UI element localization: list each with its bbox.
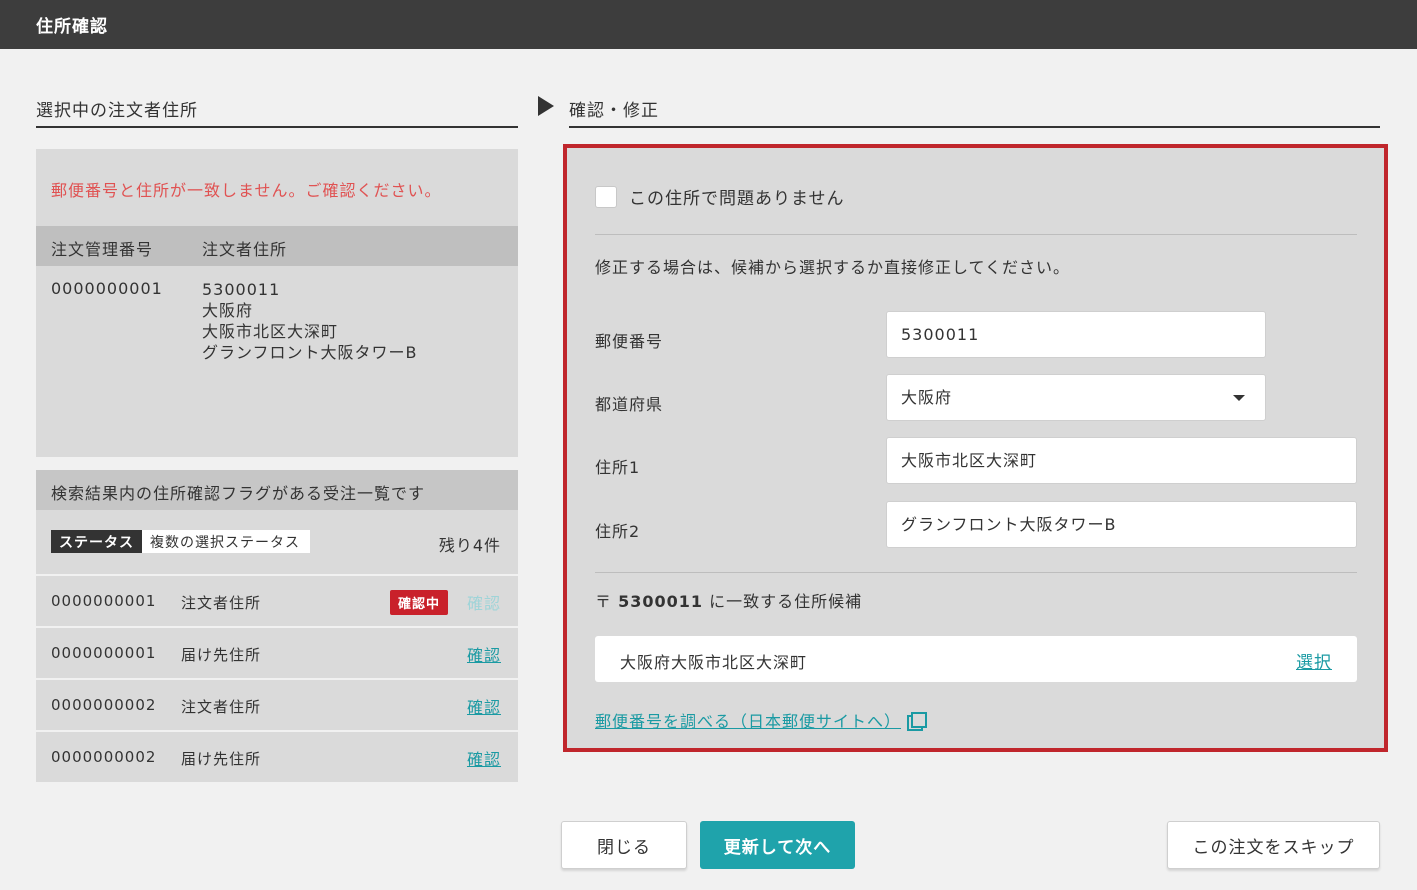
candidate-item: 大阪府大阪市北区大深町 選択 [595, 636, 1357, 682]
address-ok-checkbox[interactable] [595, 185, 617, 208]
status-label: ステータス [51, 530, 142, 553]
mismatch-alert: 郵便番号と住所が一致しません。ご確認ください。 [51, 181, 442, 200]
close-button[interactable]: 閉じる [561, 821, 687, 869]
postal-lookup-text: 郵便番号を調べる（日本郵便サイトへ） [595, 712, 902, 731]
orderer-address: 5300011 大阪府 大阪市北区大深町 グランフロント大阪タワーB [202, 279, 418, 363]
confirm-link: 確認 [466, 594, 501, 613]
confirm-edit-panel: この住所で問題ありません 修正する場合は、候補から選択するか直接修正してください… [563, 144, 1388, 752]
list-address-kind: 注文者住所 [181, 698, 262, 716]
list-order-number: 0000000002 [51, 748, 157, 766]
prefecture-value: 大阪府 [901, 388, 953, 407]
postal-input[interactable]: 5300011 [886, 311, 1266, 358]
candidate-heading: 〒 5300011 に一致する住所候補 [595, 588, 862, 612]
postal-label: 郵便番号 [595, 332, 664, 351]
list-order-number: 0000000001 [51, 644, 157, 662]
address1-label: 住所1 [595, 458, 641, 477]
external-link-icon [907, 712, 928, 731]
prefecture-label: 都道府県 [595, 395, 664, 414]
status-value: 複数の選択ステータス [150, 535, 300, 551]
divider [595, 234, 1357, 235]
confirming-badge: 確認中 [390, 590, 449, 615]
col-order-no: 注文管理番号 [51, 240, 154, 259]
title-bar: 住所確認 [0, 0, 1417, 49]
postal-mark: 〒 [595, 592, 613, 611]
candidate-address: 大阪府大阪市北区大深町 [620, 653, 808, 672]
confirm-edit-heading: 確認・修正 [538, 96, 1380, 128]
list-address-kind: 注文者住所 [181, 594, 262, 612]
list-address-kind: 届け先住所 [181, 750, 262, 768]
confirm-link[interactable]: 確認 [467, 642, 501, 666]
address2-label: 住所2 [595, 522, 641, 541]
address1-input[interactable]: 大阪市北区大深町 [886, 437, 1357, 484]
heading-underline [569, 126, 1380, 128]
caret-down-icon [1233, 395, 1245, 401]
address-ok-label: この住所で問題ありません [629, 189, 845, 209]
list-item: 0000000002 注文者住所 確認 [36, 678, 518, 730]
skip-order-button[interactable]: この注文をスキップ [1167, 821, 1380, 869]
list-heading: 検索結果内の住所確認フラグがある受注一覧です [36, 470, 518, 510]
select-candidate-link[interactable]: 選択 [1296, 648, 1332, 673]
address-line: 5300011 [202, 280, 281, 299]
selected-address-heading: 選択中の注文者住所 [36, 96, 518, 128]
candidate-postal: 5300011 [618, 592, 704, 611]
update-next-button[interactable]: 更新して次へ [700, 821, 855, 869]
status-filter: ステータス 複数の選択ステータス [51, 530, 310, 553]
confirm-link[interactable]: 確認 [467, 746, 501, 770]
candidate-suffix: に一致する住所候補 [709, 592, 863, 611]
remaining-count: 残り4件 [438, 536, 501, 555]
edit-hint: 修正する場合は、候補から選択するか直接修正してください。 [595, 258, 1071, 277]
address-table-header: 注文管理番号 注文者住所 [36, 226, 518, 266]
flagged-order-list: 検索結果内の住所確認フラグがある受注一覧です ステータス 複数の選択ステータス … [36, 470, 518, 782]
divider [595, 572, 1357, 573]
col-address: 注文者住所 [202, 240, 288, 259]
address-line: 大阪市北区大深町 [202, 322, 339, 341]
confirm-edit-title: 確認・修正 [569, 101, 659, 121]
order-number: 0000000001 [51, 279, 163, 298]
confirm-link[interactable]: 確認 [467, 694, 501, 718]
list-item: 0000000001 届け先住所 確認 [36, 626, 518, 678]
postal-lookup-link[interactable]: 郵便番号を調べる（日本郵便サイトへ） [595, 708, 928, 732]
address-line: 大阪府 [202, 301, 254, 320]
window-title: 住所確認 [36, 17, 108, 37]
address2-input[interactable]: グランフロント大阪タワーB [886, 501, 1357, 548]
list-order-number: 0000000001 [51, 592, 157, 610]
address-line: グランフロント大阪タワーB [202, 343, 418, 362]
list-address-kind: 届け先住所 [181, 646, 262, 664]
prefecture-select[interactable]: 大阪府 [886, 374, 1266, 421]
list-order-number: 0000000002 [51, 696, 157, 714]
list-item: 0000000001 注文者住所 確認中 確認 [36, 574, 518, 626]
triangle-right-icon [538, 96, 554, 116]
selected-address-panel: 郵便番号と住所が一致しません。ご確認ください。 注文管理番号 注文者住所 000… [36, 149, 518, 457]
address-ok-checkbox-row[interactable]: この住所で問題ありません [595, 184, 845, 209]
list-item: 0000000002 届け先住所 確認 [36, 730, 518, 782]
list-heading-text: 検索結果内の住所確認フラグがある受注一覧です [51, 484, 426, 503]
